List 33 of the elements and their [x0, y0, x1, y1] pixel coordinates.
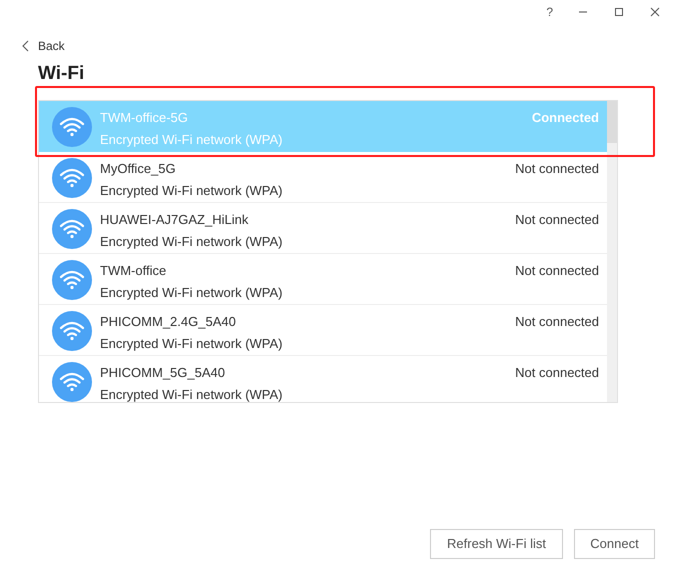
back-link[interactable]: Back [38, 37, 65, 55]
wifi-icon [52, 311, 92, 351]
maximize-icon[interactable] [613, 6, 625, 18]
network-name: PHICOMM_5G_5A40 [100, 364, 226, 382]
help-button[interactable]: ? [546, 3, 553, 21]
network-name: TWM-office-5G [100, 109, 189, 127]
network-description: Encrypted Wi-Fi network (WPA) [100, 182, 284, 200]
network-name: TWM-office [100, 262, 168, 280]
connection-status: Connected [532, 109, 599, 127]
connection-status: Not connected [515, 211, 599, 229]
refresh-button[interactable]: Refresh Wi-Fi list [430, 529, 563, 559]
wifi-icon [52, 260, 92, 300]
connect-button[interactable]: Connect [574, 529, 655, 559]
network-name: PHICOMM_2.4G_5A40 [100, 313, 237, 331]
network-description: Encrypted Wi-Fi network (WPA) [100, 335, 284, 353]
network-name: HUAWEI-AJ7GAZ_HiLink [100, 211, 250, 229]
connection-status: Not connected [515, 313, 599, 331]
scrollbar[interactable] [607, 101, 617, 402]
connection-status: Not connected [515, 160, 599, 178]
network-description: Encrypted Wi-Fi network (WPA) [100, 131, 284, 149]
network-description: Encrypted Wi-Fi network (WPA) [100, 386, 284, 402]
network-description: Encrypted Wi-Fi network (WPA) [100, 233, 284, 251]
page-title: Wi-Fi [38, 63, 86, 84]
wifi-icon [52, 362, 92, 402]
network-description: Encrypted Wi-Fi network (WPA) [100, 284, 284, 302]
network-name: MyOffice_5G [100, 160, 177, 178]
connection-status: Not connected [515, 262, 599, 280]
wifi-icon [52, 209, 92, 249]
back-icon[interactable] [22, 40, 30, 52]
wifi-icon [52, 107, 92, 147]
connection-status: Not connected [515, 364, 599, 382]
close-icon[interactable] [649, 6, 661, 18]
wifi-icon [52, 158, 92, 198]
